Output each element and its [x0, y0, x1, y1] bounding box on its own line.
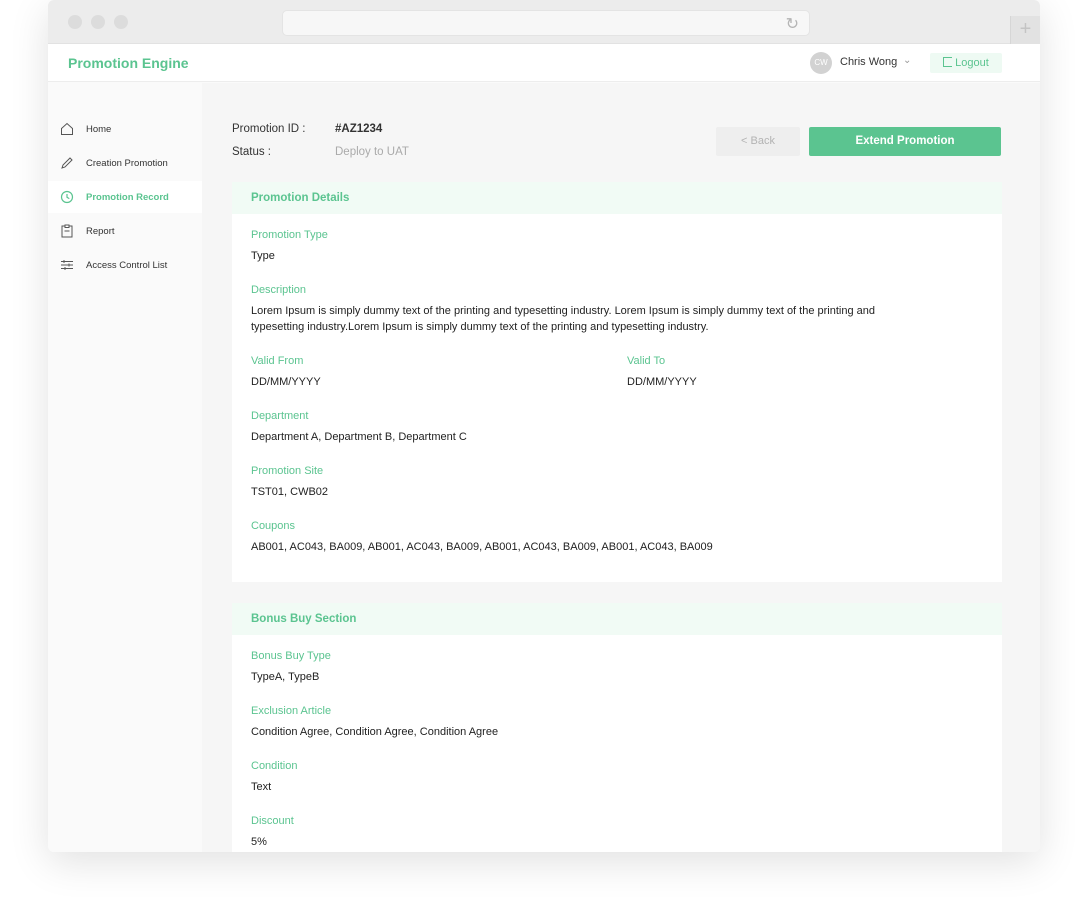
description-line-1: Lorem Ipsum is simply dummy text of the … — [251, 305, 876, 317]
sidebar: Home Creation Promotion Promotion Record… — [48, 83, 202, 852]
chevron-down-icon[interactable]: ⌄ — [903, 55, 911, 66]
condition-value: Text — [251, 781, 272, 793]
sidebar-item-home[interactable]: Home — [48, 113, 202, 145]
department-label: Department — [251, 410, 309, 422]
status-value: Deploy to UAT — [335, 146, 409, 158]
description-line-2: typesetting industry.Lorem Ipsum is simp… — [251, 321, 709, 333]
app-header: Promotion Engine CW Chris Wong ⌄ Logout — [48, 44, 1040, 82]
sidebar-item-label: Home — [86, 123, 112, 135]
bonus-buy-card: Bonus Buy Section Bonus Buy Type TypeA, … — [232, 603, 1002, 852]
bonus-buy-type-label: Bonus Buy Type — [251, 650, 331, 662]
valid-to-label: Valid To — [627, 355, 666, 367]
clock-icon — [60, 190, 74, 204]
valid-to-value: DD/MM/YYYY — [627, 376, 697, 388]
sidebar-item-label: Access Control List — [86, 259, 168, 271]
back-button[interactable]: < Back — [716, 127, 800, 156]
logout-button[interactable]: Logout — [930, 53, 1002, 73]
exclusion-article-label: Exclusion Article — [251, 705, 332, 717]
discount-value: 5% — [251, 836, 267, 848]
plus-icon: + — [1019, 18, 1032, 40]
app-brand[interactable]: Promotion Engine — [68, 55, 189, 71]
extend-promotion-button[interactable]: Extend Promotion — [809, 127, 1001, 156]
clipboard-icon — [60, 224, 74, 238]
coupons-label: Coupons — [251, 520, 296, 532]
status-label: Status : — [232, 146, 271, 158]
promotion-type-label: Promotion Type — [251, 229, 328, 241]
coupons-value: AB001, AC043, BA009, AB001, AC043, BA009… — [251, 541, 713, 553]
promotion-details-card: Promotion Details Promotion Type Type De… — [232, 182, 1002, 582]
home-icon — [60, 122, 74, 136]
promotion-id-label: Promotion ID : — [232, 123, 306, 135]
logout-label: Logout — [955, 57, 989, 69]
pencil-icon — [60, 156, 74, 170]
sidebar-item-label: Creation Promotion — [86, 157, 168, 169]
browser-titlebar: ↻ + — [48, 0, 1040, 44]
sidebar-item-report[interactable]: Report — [48, 215, 202, 247]
main-content: Promotion ID : #AZ1234 Status : Deploy t… — [202, 83, 1040, 852]
window-close-button[interactable] — [68, 15, 82, 29]
exclusion-article-value: Condition Agree, Condition Agree, Condit… — [251, 726, 499, 738]
bonus-buy-title: Bonus Buy Section — [232, 603, 1002, 635]
sidebar-item-label: Report — [86, 225, 115, 237]
promotion-type-value: Type — [251, 250, 275, 262]
promotion-id-value: #AZ1234 — [335, 123, 383, 135]
browser-window: ↻ + Promotion Engine CW Chris Wong ⌄ Log… — [48, 0, 1040, 852]
valid-from-value: DD/MM/YYYY — [251, 376, 321, 388]
address-bar[interactable]: ↻ — [282, 10, 810, 36]
promotion-details-title: Promotion Details — [232, 182, 1002, 214]
sidebar-item-promotion-record[interactable]: Promotion Record — [48, 181, 202, 213]
window-maximize-button[interactable] — [114, 15, 128, 29]
valid-from-label: Valid From — [251, 355, 304, 367]
avatar[interactable]: CW — [810, 52, 832, 74]
bonus-buy-type-value: TypeA, TypeB — [251, 671, 320, 683]
condition-label: Condition — [251, 760, 298, 772]
user-name[interactable]: Chris Wong — [840, 56, 897, 68]
new-tab-button[interactable]: + — [1010, 16, 1040, 44]
promotion-site-label: Promotion Site — [251, 465, 324, 477]
description-label: Description — [251, 284, 307, 296]
department-value: Department A, Department B, Department C — [251, 431, 467, 443]
sliders-icon — [60, 258, 74, 272]
reload-icon[interactable]: ↻ — [786, 14, 799, 34]
logout-icon — [943, 57, 953, 67]
promotion-site-value: TST01, CWB02 — [251, 486, 329, 498]
discount-label: Discount — [251, 815, 294, 827]
sidebar-item-creation-promotion[interactable]: Creation Promotion — [48, 147, 202, 179]
sidebar-item-label: Promotion Record — [86, 191, 169, 203]
sidebar-item-access-control-list[interactable]: Access Control List — [48, 249, 202, 281]
window-minimize-button[interactable] — [91, 15, 105, 29]
